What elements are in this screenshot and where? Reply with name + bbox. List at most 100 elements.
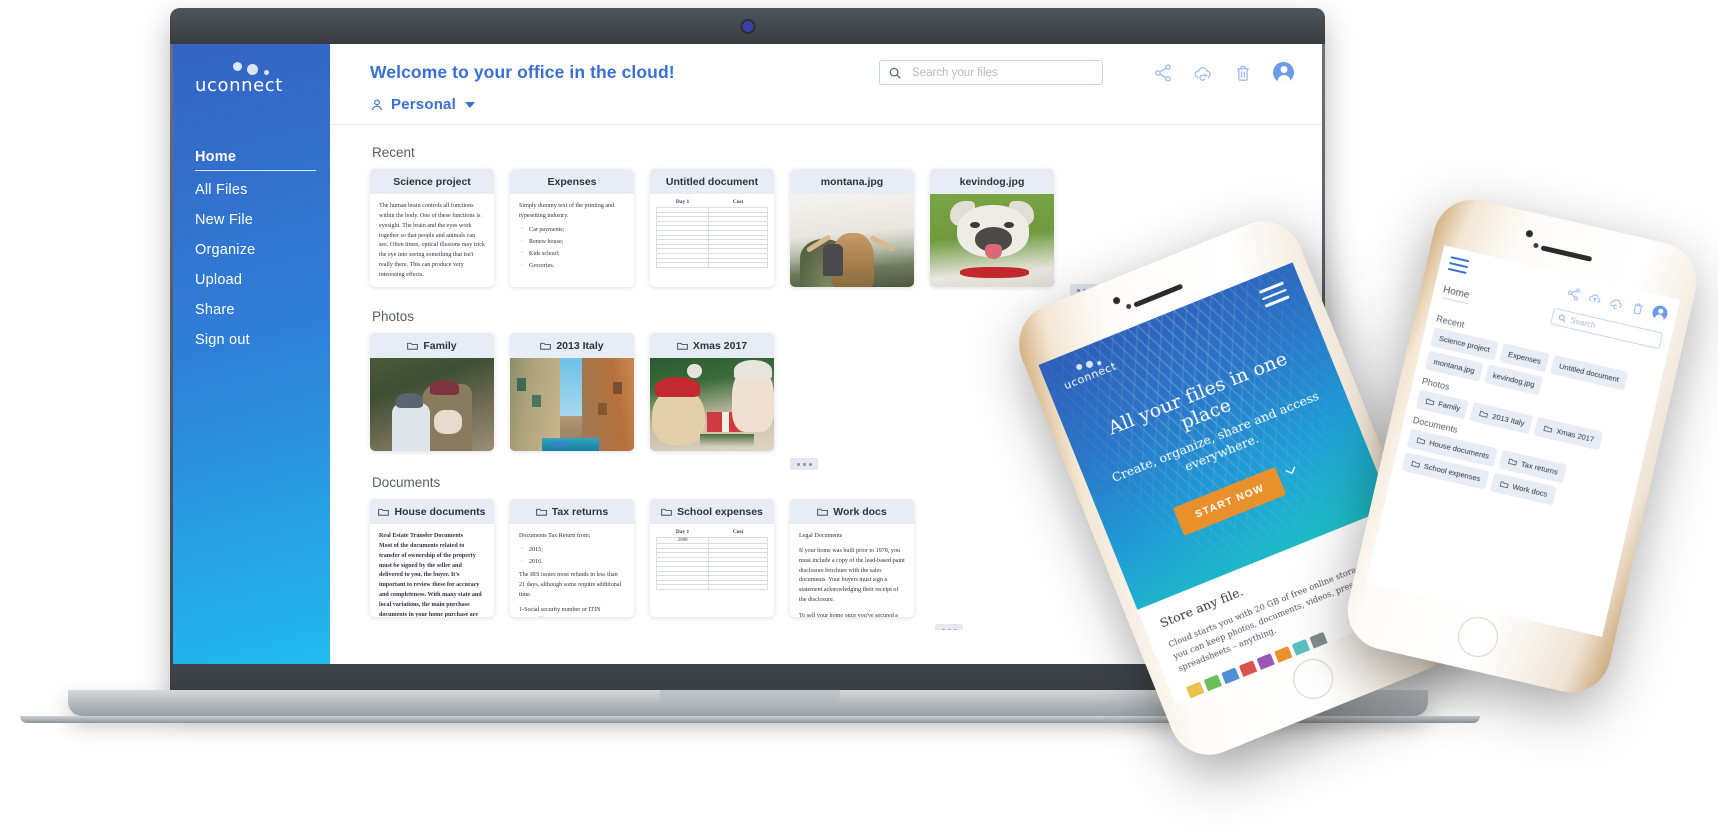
table-header-row: Day 1 Cost bbox=[657, 199, 768, 208]
search-input[interactable] bbox=[910, 65, 1094, 80]
file-card-expenses[interactable]: Expenses Simply dummy text of the printi… bbox=[510, 169, 634, 287]
preview-text: The human brain controls all functions w… bbox=[379, 203, 485, 279]
card-title: kevindog.jpg bbox=[959, 175, 1025, 188]
card-title: 2013 Italy bbox=[556, 339, 604, 352]
avatar[interactable] bbox=[1650, 304, 1669, 323]
folder-icon bbox=[1411, 461, 1420, 468]
list-item: 2015; bbox=[519, 546, 625, 553]
account-switcher[interactable]: Personal bbox=[370, 96, 1294, 113]
table-header-row: Day 1 Cost bbox=[657, 529, 768, 538]
avatar[interactable] bbox=[1273, 62, 1294, 83]
card-preview bbox=[650, 358, 774, 451]
card-title: House documents bbox=[394, 505, 486, 518]
card-preview: The human brain controls all functions w… bbox=[370, 194, 494, 287]
file-icon-green bbox=[1203, 674, 1225, 698]
card-preview: Real Estate Transfer Documents Most of t… bbox=[370, 524, 494, 617]
chevron-down-icon[interactable] bbox=[1279, 459, 1301, 481]
card-title: Expenses bbox=[547, 175, 597, 188]
sidebar-item-home[interactable]: Home bbox=[195, 142, 316, 171]
cloud-sync-icon[interactable] bbox=[1608, 295, 1625, 312]
folder-card-school-expenses[interactable]: School expenses Day 1 Cost 2008 bbox=[650, 499, 774, 617]
sidebar-item-all-files[interactable]: All Files bbox=[195, 175, 316, 205]
folder-icon bbox=[1479, 411, 1489, 419]
brand-logo[interactable]: uconnect bbox=[173, 62, 330, 96]
photo-thumbnail bbox=[650, 358, 774, 451]
mobile-breadcrumb-home[interactable]: Home bbox=[1441, 284, 1471, 304]
folder-icon bbox=[817, 508, 828, 516]
chip-label: Family bbox=[1437, 399, 1462, 414]
cloud-sync-icon[interactable] bbox=[1193, 63, 1213, 83]
trash-icon[interactable] bbox=[1233, 63, 1253, 83]
folder-card-work-docs[interactable]: Work docs Legal Documents If your home w… bbox=[790, 499, 914, 617]
preview-list: 2015; 2016. bbox=[519, 546, 625, 565]
card-preview: Day 1 Cost 2008 bbox=[650, 524, 774, 617]
card-header: Science project bbox=[370, 169, 494, 194]
folder-card-2013-italy[interactable]: 2013 Italy bbox=[510, 333, 634, 451]
file-card-montana[interactable]: montana.jpg bbox=[790, 169, 914, 287]
chip-label: Tax returns bbox=[1520, 459, 1559, 477]
table-col-day: Day 1 bbox=[675, 529, 690, 535]
file-card-kevindog[interactable]: kevindog.jpg bbox=[930, 169, 1054, 287]
photo-thumbnail bbox=[790, 194, 914, 287]
folder-icon bbox=[1499, 481, 1509, 489]
file-card-science-project[interactable]: Science project The human brain controls… bbox=[370, 169, 494, 287]
card-header: 2013 Italy bbox=[510, 333, 634, 358]
sidebar-item-upload[interactable]: Upload bbox=[195, 265, 316, 295]
front-camera-icon bbox=[1525, 229, 1534, 238]
sidebar: uconnect Home All Files New File Organiz… bbox=[173, 44, 330, 664]
home-button[interactable] bbox=[1287, 652, 1340, 706]
sidebar-item-share[interactable]: Share bbox=[195, 295, 316, 325]
hamburger-menu-icon[interactable] bbox=[1447, 256, 1470, 277]
account-label: Personal bbox=[391, 96, 456, 113]
sidebar-item-sign-out[interactable]: Sign out bbox=[195, 325, 316, 355]
folder-card-tax-returns[interactable]: Tax returns Documents Tax Return from: 2… bbox=[510, 499, 634, 617]
file-icon-gray bbox=[1309, 631, 1331, 655]
folder-card-house-documents[interactable]: House documents Real Estate Transfer Doc… bbox=[370, 499, 494, 617]
page-title: Welcome to your office in the cloud! bbox=[370, 62, 675, 82]
home-button[interactable] bbox=[1453, 612, 1502, 661]
list-item: Car payments; bbox=[519, 226, 625, 233]
folder-icon bbox=[661, 508, 672, 516]
proximity-sensor-icon bbox=[1125, 303, 1132, 310]
file-icon-orange bbox=[1274, 645, 1296, 670]
table-col-cost: Cost bbox=[732, 529, 744, 535]
photo-thumbnail bbox=[510, 358, 634, 451]
cloud-upload-icon[interactable] bbox=[1587, 290, 1604, 307]
card-header: Expenses bbox=[510, 169, 634, 194]
card-header: Untitled document bbox=[650, 169, 774, 194]
preview-text: Most of the documents related to transfe… bbox=[379, 542, 482, 617]
search-icon bbox=[889, 67, 901, 79]
table-row bbox=[655, 584, 768, 590]
sidebar-item-organize[interactable]: Organize bbox=[195, 235, 316, 265]
search-box[interactable] bbox=[879, 60, 1103, 85]
card-title: Family bbox=[423, 339, 457, 352]
card-preview: Legal Documents If your home was built p… bbox=[790, 524, 914, 617]
share-icon[interactable] bbox=[1153, 63, 1173, 83]
proximity-sensor-icon bbox=[1532, 242, 1539, 249]
section-title-recent: Recent bbox=[372, 145, 415, 160]
folder-icon bbox=[1508, 458, 1518, 466]
card-header: Family bbox=[370, 333, 494, 358]
preview-text-2: To sell your home once you've secured a … bbox=[799, 613, 898, 617]
share-icon[interactable] bbox=[1565, 285, 1582, 302]
sidebar-item-new-file[interactable]: New File bbox=[195, 205, 316, 235]
person-icon bbox=[372, 98, 382, 110]
preview-numbered-1: 1-Social security number or ITIN bbox=[519, 607, 601, 614]
more-options-photos[interactable] bbox=[790, 458, 818, 470]
trash-icon[interactable] bbox=[1630, 300, 1647, 317]
chip-label: Xmas 2017 bbox=[1555, 426, 1595, 445]
folder-icon bbox=[1543, 426, 1553, 433]
folder-card-family[interactable]: Family bbox=[370, 333, 494, 451]
folder-icon bbox=[1416, 437, 1426, 445]
card-title: Science project bbox=[393, 175, 471, 188]
card-header: Xmas 2017 bbox=[650, 333, 774, 358]
file-card-untitled-document[interactable]: Untitled document Day 1 Cost bbox=[650, 169, 774, 287]
folder-card-xmas-2017[interactable]: Xmas 2017 bbox=[650, 333, 774, 451]
card-header: House documents bbox=[370, 499, 494, 524]
preview-heading: Legal Documents bbox=[799, 533, 843, 539]
more-options-documents[interactable] bbox=[935, 624, 963, 630]
chevron-down-icon[interactable] bbox=[464, 101, 475, 108]
mobile-search-placeholder: Search bbox=[1569, 316, 1597, 331]
folder-icon bbox=[407, 342, 419, 350]
card-preview bbox=[790, 194, 914, 287]
